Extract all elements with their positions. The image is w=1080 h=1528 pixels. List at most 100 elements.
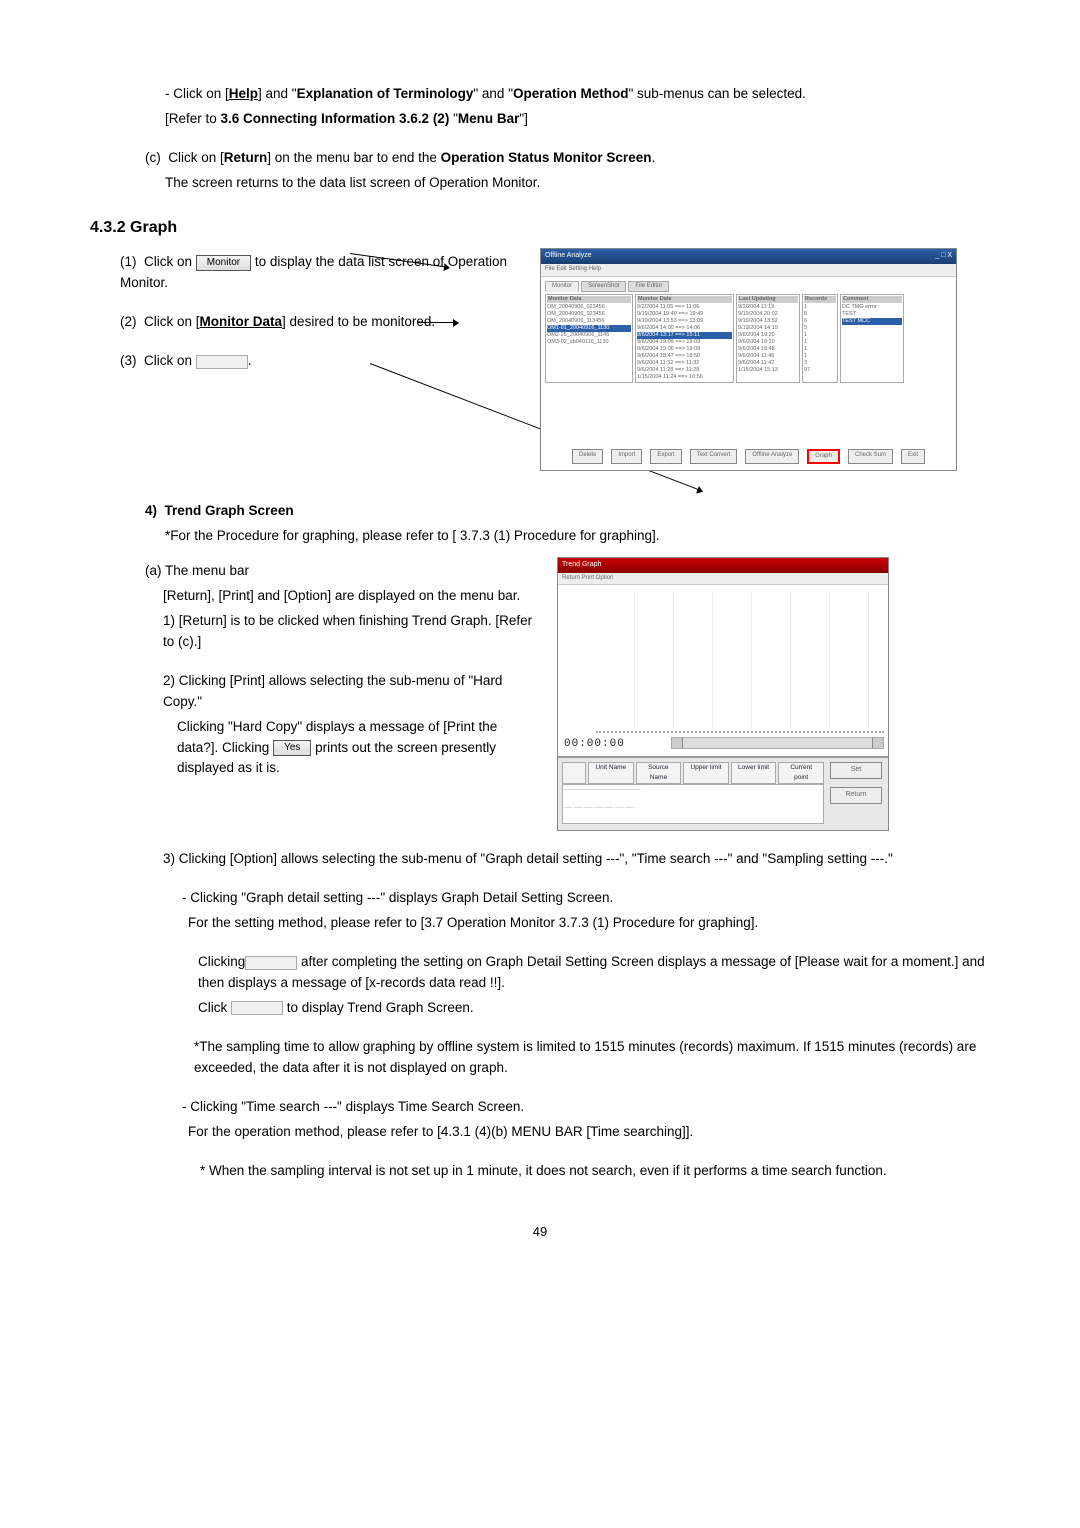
table-row[interactable]: 9/6/2004 11:28 ==> 11:28 xyxy=(637,367,732,374)
a-2-l2: Clicking "Hard Copy" displays a message … xyxy=(177,717,535,780)
export-button[interactable]: Export xyxy=(650,449,681,464)
ts2: For the operation method, please refer t… xyxy=(188,1122,990,1143)
table-row: 1 xyxy=(804,304,836,311)
table-row: DC TMG error xyxy=(842,304,902,311)
blank-button-icon[interactable] xyxy=(245,956,297,970)
tg-window-title: Trend Graph xyxy=(558,558,888,573)
window-controls-icon[interactable]: _ □ X xyxy=(935,251,952,262)
gds2: For the setting method, please refer to … xyxy=(188,913,990,934)
tg-set-button[interactable]: Set xyxy=(830,762,882,779)
yes-button[interactable]: Yes xyxy=(273,740,311,756)
table-row: 9/19/2004 14:19 xyxy=(738,325,798,332)
a-2-l1: 2) Clicking [Print] allows selecting the… xyxy=(163,671,535,713)
tg-table-headers: Unit Name Source Name Upper limit Lower … xyxy=(562,762,824,784)
blank-button-icon[interactable] xyxy=(231,1001,283,1015)
tg-scrollbar[interactable] xyxy=(671,737,884,749)
tg-menubar[interactable]: Return Print Option xyxy=(558,573,888,585)
table-row[interactable]: 9/19/2004 13:53 ==> 13:09 xyxy=(637,318,732,325)
tg-plot-area xyxy=(596,591,884,733)
col-header: Comment xyxy=(842,296,902,303)
tg-time-display: 00:00:00 xyxy=(558,733,631,756)
col-header: Monitor Date xyxy=(637,296,732,303)
table-row[interactable]: OM2-25_20040906_1145 xyxy=(547,332,631,339)
ts-note: * When the sampling interval is not set … xyxy=(200,1161,990,1182)
refer-line: [Refer to 3.6 Connecting Information 3.6… xyxy=(165,109,990,130)
section-graph-title: 4.3.2 Graph xyxy=(90,216,990,241)
table-row[interactable]: OM_20040906_023456 xyxy=(547,304,631,311)
import-button[interactable]: Import xyxy=(611,449,642,464)
offline-analyze-screenshot: Offline Analyze _ □ X File Edit Setting … xyxy=(540,248,957,471)
offlineanalyze-button[interactable]: Offline Analyze xyxy=(745,449,799,464)
table-row: 9/2/2004 11:19 xyxy=(738,304,798,311)
table-row: 97 xyxy=(804,367,836,374)
table-row[interactable]: OM_20040906_023456 xyxy=(547,311,631,318)
delete-button[interactable]: Delete xyxy=(572,449,603,464)
arrow-icon xyxy=(418,322,458,323)
table-row[interactable]: 9/2/2004 11:05 ==> 11:06 xyxy=(637,304,732,311)
blank-button-icon[interactable] xyxy=(196,355,248,369)
table-row: TEST MCC xyxy=(842,318,902,325)
table-row: 9/19/2004 20:02 xyxy=(738,311,798,318)
table-row: 1 xyxy=(804,353,836,360)
table-row[interactable]: 9/6/2004 14:00 ==> 14:06 xyxy=(637,325,732,332)
step-c-line2: The screen returns to the data list scre… xyxy=(165,173,990,194)
table-row[interactable]: 9/6/2004 18:47 ==> 18:50 xyxy=(637,353,732,360)
trend-graph-screenshot: Trend Graph Return Print Option 00:00:00… xyxy=(557,557,889,831)
col-header: Records xyxy=(804,296,836,303)
tg-return-button[interactable]: Return xyxy=(830,787,882,804)
table-row: TEST xyxy=(842,311,902,318)
samp-note: *The sampling time to allow graphing by … xyxy=(194,1037,990,1079)
table-row: 8 xyxy=(804,311,836,318)
table-row: 9/6/2004 18:48 xyxy=(738,346,798,353)
gds1: - Clicking "Graph detail setting ---" di… xyxy=(182,888,990,909)
a-3-l1: 3) Clicking [Option] allows selecting th… xyxy=(163,849,990,870)
exit-button[interactable]: Exit xyxy=(901,449,925,464)
tg-table-body[interactable]: ────────────────── ── ── ── ── ── ── ── xyxy=(562,784,824,824)
col-header: Last Updating xyxy=(738,296,798,303)
table-row[interactable]: 9/6/2004 11:32 ==> 11:32 xyxy=(637,360,732,367)
textconvert-button[interactable]: Text Convert xyxy=(690,449,738,464)
table-row-selected[interactable]: 9/6/2004 13:17 ==> 15:11 xyxy=(637,332,732,339)
a-1: 1) [Return] is to be clicked when finish… xyxy=(163,611,535,653)
checksum-button[interactable]: Check Sum xyxy=(848,449,893,464)
monitor-button[interactable]: Monitor xyxy=(196,255,251,271)
gds4: Click to display Trend Graph Screen. xyxy=(198,998,990,1019)
col-header: Monitor Data xyxy=(547,296,631,303)
table-row: 9/6/2004 19:20 xyxy=(738,332,798,339)
step2: (2) Click on [Monitor Data] desired to b… xyxy=(120,312,530,333)
graph-button[interactable]: Graph xyxy=(807,449,840,464)
table-row-selected[interactable]: OM1-01_20040916_1130 xyxy=(547,325,631,332)
trend-heading: 4) Trend Graph Screen xyxy=(145,501,990,522)
tab-fileeditor[interactable]: File Editor xyxy=(628,281,669,292)
table-row: 1 xyxy=(804,346,836,353)
table-row[interactable]: 9/6/2004 19:09 ==> 19:09 xyxy=(637,339,732,346)
a-label: (a) The menu bar xyxy=(145,561,535,582)
tab-screenshot[interactable]: ScreenShot xyxy=(581,281,626,292)
step1: (1) Click on Monitor to display the data… xyxy=(120,252,530,294)
table-row: 5 xyxy=(804,325,836,332)
step-c: (c) Click on [Return] on the menu bar to… xyxy=(145,148,990,169)
table-row[interactable]: OM_20040906_113456 xyxy=(547,318,631,325)
tab-monitor[interactable]: Monitor xyxy=(545,281,579,292)
step3: (3) Click on . xyxy=(120,351,530,372)
table-row: 6 xyxy=(804,318,836,325)
table-row: 9/19/2004 13:52 xyxy=(738,318,798,325)
table-row[interactable]: OM3-02_sb040116_1130 xyxy=(547,339,631,346)
table-row: 9/6/2004 19:20 xyxy=(738,339,798,346)
help-line: - Click on [Help] and "Explanation of Te… xyxy=(165,84,990,105)
table-row[interactable]: 9/6/2004 19:06 ==> 19:08 xyxy=(637,346,732,353)
app-menubar[interactable]: File Edit Setting Help xyxy=(541,264,956,276)
ts1: - Clicking "Time search ---" displays Ti… xyxy=(182,1097,990,1118)
table-row: 1/15/2004 15:13 xyxy=(738,367,798,374)
table-row: 1 xyxy=(804,332,836,339)
table-row: 9/6/2004 11:46 xyxy=(738,353,798,360)
page-number: 49 xyxy=(90,1222,990,1242)
table-row[interactable]: 1/15/2004 11:24 ==> 10:56 xyxy=(637,374,732,381)
table-row: 3 xyxy=(804,360,836,367)
gds3: Clicking after completing the setting on… xyxy=(198,952,990,994)
window-title: Offline Analyze xyxy=(545,251,592,262)
table-row: 9/6/2004 11:42 xyxy=(738,360,798,367)
table-row: 1 xyxy=(804,339,836,346)
table-row[interactable]: 9/19/2004 19:40 ==> 19:49 xyxy=(637,311,732,318)
a-line1: [Return], [Print] and [Option] are displ… xyxy=(163,586,535,607)
